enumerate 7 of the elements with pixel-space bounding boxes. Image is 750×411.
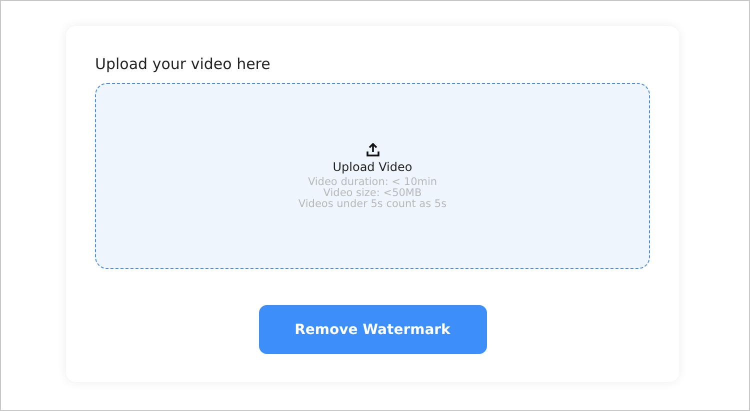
upload-icon xyxy=(366,142,380,156)
upload-dropzone[interactable]: Upload Video Video duration: < 10min Video size: <50MB Videos under 5s count as 5s xyxy=(95,83,650,269)
upload-note: Video size: <50MB xyxy=(323,188,422,198)
upload-note: Video duration: < 10min xyxy=(308,176,438,188)
section-heading: Upload your video here xyxy=(95,54,272,74)
upload-label: Upload Video xyxy=(332,160,412,174)
upload-note: Videos under 5s count as 5s xyxy=(298,198,447,210)
